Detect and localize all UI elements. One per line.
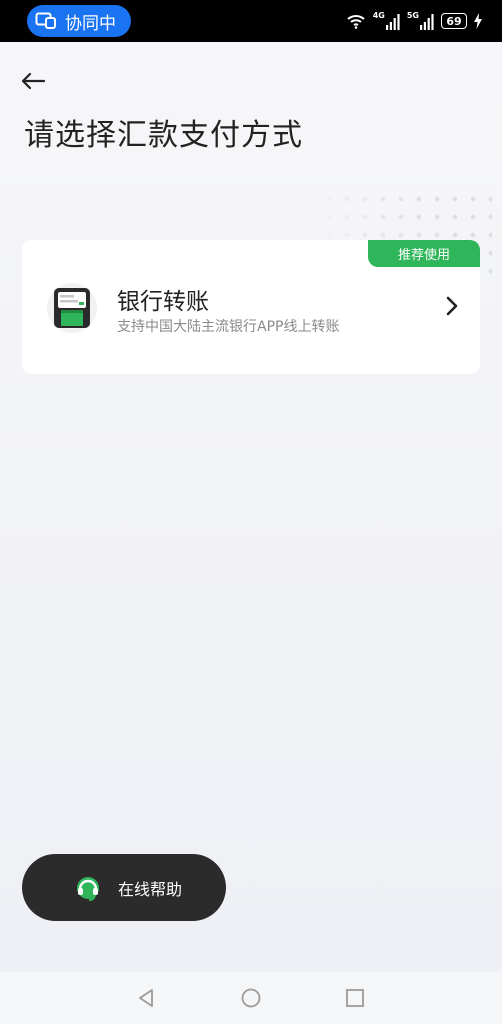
charging-icon xyxy=(474,13,482,29)
online-help-button[interactable]: 在线帮助 xyxy=(22,854,226,921)
battery-icon: 69 xyxy=(441,13,467,29)
page-title: 请选择汇款支付方式 xyxy=(24,118,303,153)
nav-home-icon[interactable] xyxy=(239,986,263,1010)
signal-5g: 5G xyxy=(407,12,434,30)
payment-method-description: 支持中国大陆主流银行APP线上转账 xyxy=(117,319,340,335)
signal-icon xyxy=(385,14,400,30)
screen-share-icon xyxy=(35,12,56,29)
signal-icon xyxy=(420,14,434,30)
battery-level: 69 xyxy=(446,14,462,28)
collaboration-pill[interactable]: 协同中 xyxy=(27,5,131,37)
back-arrow-icon[interactable] xyxy=(18,66,48,96)
bank-card-icon xyxy=(47,283,97,333)
wifi-icon xyxy=(347,15,365,29)
headset-icon xyxy=(77,876,99,901)
nav-back-icon[interactable] xyxy=(134,986,158,1010)
payment-method-title: 银行转账 xyxy=(117,289,209,315)
network-type-4g: 4G xyxy=(372,11,385,20)
recommended-badge: 推荐使用 xyxy=(368,240,480,267)
collaboration-label: 协同中 xyxy=(65,13,116,34)
nav-recents-icon[interactable] xyxy=(343,986,367,1010)
online-help-label: 在线帮助 xyxy=(118,879,183,899)
chevron-right-icon xyxy=(446,296,458,316)
bank-transfer-option[interactable]: 推荐使用 银行转账 支持中国大陆主流银行APP线上转账 xyxy=(22,240,480,374)
status-bar: 协同中 4G 5G 69 xyxy=(0,0,502,42)
signal-4g: 4G xyxy=(373,12,400,30)
status-icons: 4G 5G 69 xyxy=(346,10,482,32)
system-navigation-bar xyxy=(0,972,502,1024)
network-type-5g: 5G xyxy=(406,11,419,20)
